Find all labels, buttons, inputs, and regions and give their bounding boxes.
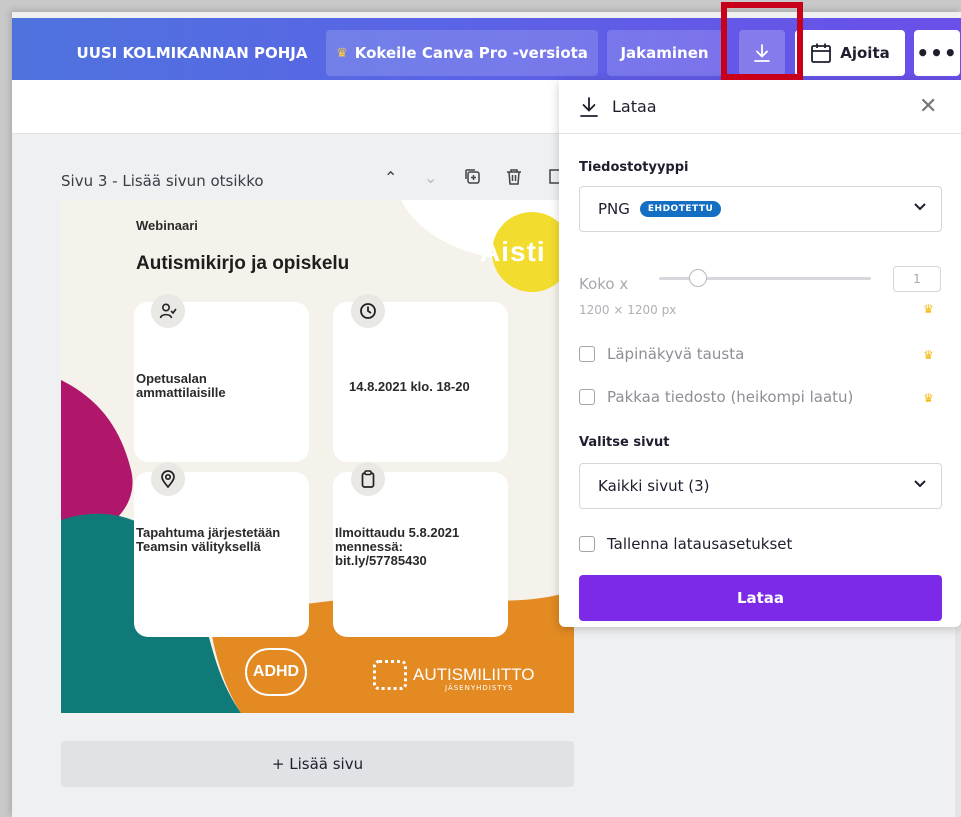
webinar-title: Autismikirjo ja opiskelu (136, 253, 350, 274)
autismiliitto-logo: AUTISMILIITTO JÄSENYHDISTYS (373, 660, 535, 692)
size-slider-handle[interactable] (689, 269, 707, 287)
registration-text: Ilmoittaudu 5.8.2021 mennessä: bit.ly/57… (335, 525, 460, 568)
autismiliitto-mark-icon (373, 660, 407, 690)
save-settings-label: Tallenna latausasetukset (607, 535, 793, 553)
compress-label: Pakkaa tiedosto (heikompi laatu) (607, 388, 854, 406)
delete-page-icon[interactable] (506, 168, 522, 189)
download-panel: Lataa ✕ Tiedostotyyppi PNG EHDOTETTU Kok… (559, 80, 961, 627)
compress-checkbox[interactable] (579, 389, 595, 405)
download-icon (580, 97, 598, 117)
venue-text: Tapahtuma järjestetään Teamsin välitykse… (136, 525, 281, 554)
transparent-bg-checkbox[interactable] (579, 346, 595, 362)
duplicate-page-icon[interactable] (464, 168, 481, 189)
add-page-button[interactable]: + Lisää sivu (61, 741, 574, 787)
file-type-select[interactable]: PNG EHDOTETTU (579, 186, 942, 232)
location-icon (151, 462, 185, 496)
close-icon[interactable]: ✕ (919, 94, 937, 119)
date-text: 14.8.2021 klo. 18-20 (349, 379, 470, 394)
audience-text: Opetusalan ammattilaisille (136, 371, 226, 400)
design-canvas[interactable]: Webinaari Autismikirjo ja opiskelu Aisti… (61, 200, 574, 713)
panel-title: Lataa (612, 97, 657, 116)
chevron-down-icon (913, 476, 927, 494)
save-settings-option[interactable]: Tallenna latausasetukset (579, 535, 792, 553)
adhd-logo: ADHD (245, 648, 307, 696)
webinar-label: Webinaari (136, 218, 198, 233)
dimensions-text: 1200 × 1200 px (579, 303, 677, 317)
page-title[interactable]: Sivu 3 - Lisää sivun otsikko (61, 172, 264, 190)
suggested-badge: EHDOTETTU (639, 201, 722, 217)
user-check-icon (151, 294, 185, 328)
transparent-bg-label: Läpinäkyvä tausta (607, 345, 745, 363)
highlight-annotation (721, 2, 803, 80)
crown-icon: ♛ (923, 348, 934, 362)
file-type-value: PNG (598, 200, 630, 218)
try-pro-label: Kokeile Canva Pro -versiota (354, 44, 588, 62)
download-panel-header: Lataa ✕ (559, 80, 961, 134)
calendar-icon (811, 43, 832, 63)
crown-icon: ♛ (336, 45, 348, 61)
design-title[interactable]: UUSI KOLMIKANNAN POHJA (62, 30, 322, 76)
compress-option[interactable]: Pakkaa tiedosto (heikompi laatu) (579, 388, 853, 406)
file-type-label: Tiedostotyyppi (579, 160, 689, 175)
try-pro-button[interactable]: ♛ Kokeile Canva Pro -versiota (326, 30, 598, 76)
download-submit-button[interactable]: Lataa (579, 575, 942, 621)
transparent-bg-option[interactable]: Läpinäkyvä tausta (579, 345, 744, 363)
canva-window: UUSI KOLMIKANNAN POHJA ♛ Kokeile Canva P… (12, 12, 961, 817)
schedule-button[interactable]: Ajoita (795, 30, 905, 76)
crown-icon: ♛ (923, 391, 934, 405)
pages-label: Valitse sivut (579, 435, 670, 450)
clock-icon (351, 294, 385, 328)
size-label: Koko x (579, 275, 629, 293)
clipboard-icon (351, 462, 385, 496)
chevron-up-icon[interactable]: ⌃ (384, 168, 397, 187)
info-card (134, 472, 309, 637)
schedule-label: Ajoita (840, 44, 890, 62)
pages-value: Kaikki sivut (3) (598, 477, 710, 495)
size-input[interactable]: 1 (893, 266, 941, 292)
chevron-down-icon[interactable]: ⌄ (424, 168, 437, 187)
crown-icon: ♛ (923, 302, 934, 316)
pages-select[interactable]: Kaikki sivut (3) (579, 463, 942, 509)
chevron-down-icon (913, 199, 927, 217)
share-button[interactable]: Jakaminen (607, 30, 722, 76)
save-settings-checkbox[interactable] (579, 536, 595, 552)
top-bar: UUSI KOLMIKANNAN POHJA ♛ Kokeile Canva P… (12, 18, 961, 80)
more-button[interactable]: ••• (914, 30, 960, 76)
